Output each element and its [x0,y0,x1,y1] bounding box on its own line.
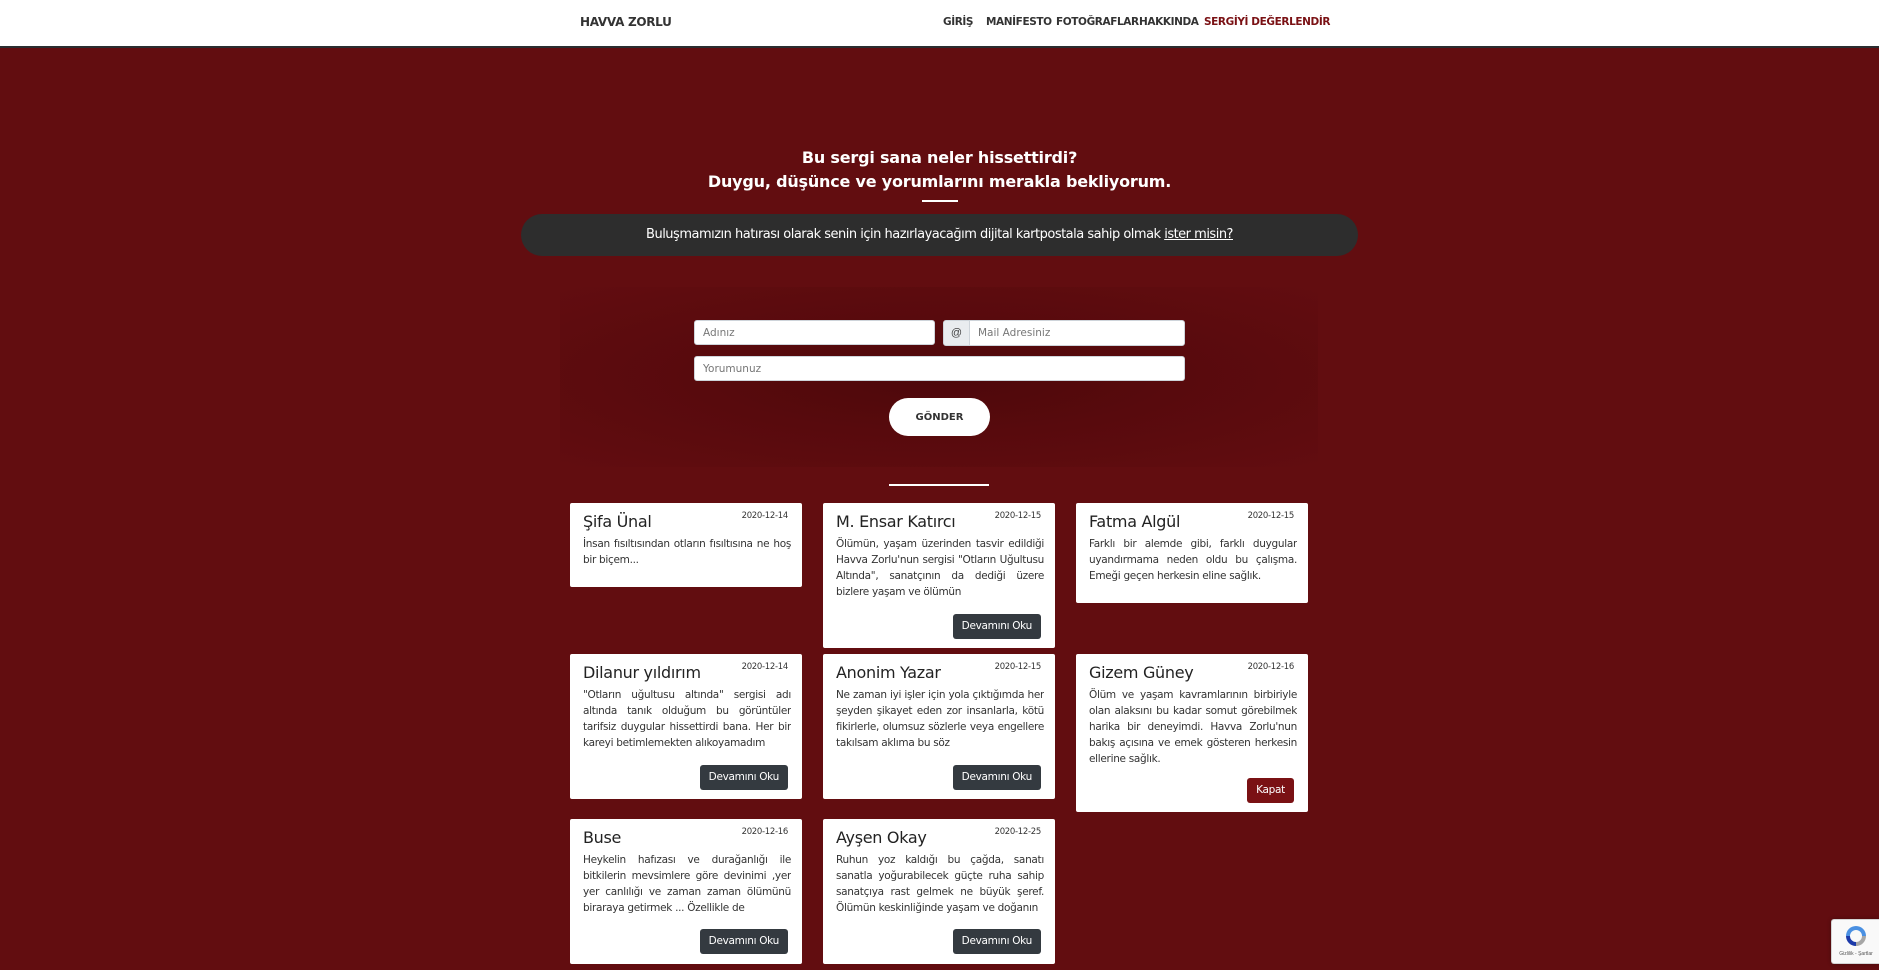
read-more-button[interactable]: Devamını Oku [699,929,788,954]
nav-link-hakkinda[interactable]: HAKKINDA [1139,16,1199,28]
form-divider [889,484,989,486]
recaptcha-text[interactable]: Gizlilik - Şartlar [1834,951,1878,957]
comment-date: 2020-12-15 [994,511,1042,521]
name-input[interactable] [694,320,935,345]
nav-link-sergiyi-degerlendir[interactable]: SERGİYİ DEĞERLENDİR [1204,16,1330,28]
comment-author: Ayşen Okay [836,828,927,847]
brand-logo[interactable]: HAVVA ZORLU [580,15,672,29]
recaptcha-badge[interactable]: Gizlilik - Şartlar [1831,919,1879,964]
comment-author: Buse [583,828,622,847]
email-input[interactable] [969,320,1185,346]
read-more-button[interactable]: Devamını Oku [952,765,1041,790]
nav-link-fotograflar[interactable]: FOTOĞRAFLAR [1056,16,1139,28]
comment-author: Dilanur yıldırım [583,663,701,682]
comment-date: 2020-12-15 [994,662,1042,672]
comment-author: Anonim Yazar [836,663,941,682]
comment-author: M. Ensar Katırcı [836,512,956,531]
hero-divider [922,200,958,202]
comment-date: 2020-12-15 [1247,511,1295,521]
comment-card: Şifa Ünal 2020-12-14 İnsan fısıltısından… [570,503,802,587]
comment-text: Ölümün, yaşam üzerinden tasvir edildiği … [836,538,1044,598]
comment-card: Buse 2020-12-16 Heykelin hafızası ve dur… [570,819,802,964]
hero-question: Bu sergi sana neler hissettirdi? [801,148,1078,167]
comment-text: "Otların uğultusu altında" sergisi adı a… [583,689,791,749]
read-more-button[interactable]: Devamını Oku [952,614,1041,639]
comment-card: Anonim Yazar 2020-12-15 Ne zaman iyi işl… [823,654,1055,799]
comment-card: Gizem Güney 2020-12-16 Ölüm ve yaşam kav… [1076,654,1308,812]
nav-link-manifesto[interactable]: MANİFESTO [986,16,1052,28]
comment-text: Heykelin hafızası ve durağanlığı ile bit… [583,854,791,914]
postcard-link[interactable]: ister misin? [1164,227,1233,242]
postcard-info-text: Buluşmamızın hatırası olarak senin için … [646,227,1165,242]
read-more-button[interactable]: Devamını Oku [952,929,1041,954]
comment-text: Ne zaman iyi işler için yola çıktığımda … [836,689,1044,749]
submit-button[interactable]: GÖNDER [889,398,990,436]
postcard-info-bar: Buluşmamızın hatırası olarak senin için … [521,214,1358,256]
comment-text: İnsan fısıltısından otların fısıltısına … [583,538,791,566]
navbar: HAVVA ZORLU GİRİŞ MANİFESTO FOTOĞRAFLAR … [0,0,1879,48]
comment-card: Dilanur yıldırım 2020-12-14 "Otların uğu… [570,654,802,799]
comment-author: Fatma Algül [1089,512,1181,531]
comment-input[interactable] [694,356,1185,381]
comment-author: Şifa Ünal [583,512,652,531]
comment-date: 2020-12-16 [1247,662,1295,672]
comment-date: 2020-12-16 [741,827,789,837]
comment-date: 2020-12-25 [994,827,1042,837]
comment-text: Farklı bir alemde gibi, farklı duygular … [1089,538,1297,582]
close-button[interactable]: Kapat [1247,778,1294,803]
nav-link-giris[interactable]: GİRİŞ [943,16,973,28]
comment-card: Fatma Algül 2020-12-15 Farklı bir alemde… [1076,503,1308,603]
comment-text: Ruhun yoz kaldığı bu çağda, sanatı sanat… [836,854,1044,914]
comment-card: M. Ensar Katırcı 2020-12-15 Ölümün, yaşa… [823,503,1055,648]
read-more-button[interactable]: Devamını Oku [699,765,788,790]
comment-author: Gizem Güney [1089,663,1194,682]
comment-text: Ölüm ve yaşam kavramlarının birbiriyle o… [1089,689,1297,765]
comment-date: 2020-12-14 [741,662,789,672]
hero-subtitle: Duygu, düşünce ve yorumlarını merakla be… [707,172,1172,191]
email-prefix-at: @ [943,320,970,346]
comment-date: 2020-12-14 [741,511,789,521]
comment-card: Ayşen Okay 2020-12-25 Ruhun yoz kaldığı … [823,819,1055,964]
recaptcha-icon [1846,926,1866,946]
